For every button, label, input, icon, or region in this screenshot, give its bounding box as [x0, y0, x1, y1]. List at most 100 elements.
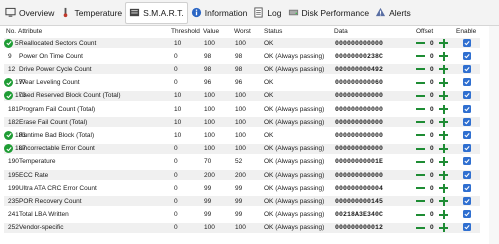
tab-temperature[interactable]: Temperature	[57, 3, 125, 23]
cell-attribute: Vendor-specific	[19, 224, 64, 232]
table-row[interactable]: 199 Ultra ATA CRC Error Count 0 99 99 OK (Alw…	[4, 183, 480, 193]
minus-icon[interactable]	[415, 65, 426, 73]
plus-icon[interactable]	[439, 170, 448, 180]
cell-attribute: Temperature	[19, 158, 56, 166]
tab-information[interactable]: Information	[188, 3, 251, 23]
plus-icon[interactable]	[439, 210, 448, 220]
col-worst[interactable]: Worst	[234, 28, 251, 35]
col-attribute[interactable]: Attribute	[18, 28, 42, 35]
enable-checkbox[interactable]	[463, 38, 471, 47]
enable-checkbox[interactable]	[463, 170, 471, 179]
table-row[interactable]: 183 Runtime Bad Block (Total) 10 100 100 OK 00…	[4, 130, 480, 140]
ok-check-icon	[4, 130, 13, 140]
table-row[interactable]: 190 Temperature 0 70 52 OK (Always passing) 00…	[4, 157, 480, 167]
table-row[interactable]: 235 POR Recovery Count 0 99 99 OK (Always pas…	[4, 196, 480, 207]
vertical-scrollbar[interactable]	[489, 26, 499, 244]
table-row[interactable]: 9 Power On Time Count 0 98 98 OK (Always pass…	[4, 51, 480, 61]
col-threshold[interactable]: Threshold	[171, 28, 200, 35]
plus-icon[interactable]	[439, 104, 448, 114]
minus-icon[interactable]	[415, 197, 426, 205]
enable-checkbox[interactable]	[463, 117, 471, 126]
enable-checkbox[interactable]	[463, 157, 471, 166]
col-value[interactable]: Value	[203, 28, 219, 35]
tab-overview[interactable]: Overview	[2, 3, 57, 23]
plus-icon[interactable]	[439, 130, 448, 140]
cell-no: 195	[8, 171, 19, 179]
cell-value: 100	[204, 131, 215, 139]
table-row[interactable]: 12 Drive Power Cycle Count 0 98 98 OK (Always…	[4, 64, 480, 75]
cell-worst: 200	[235, 171, 246, 179]
table-row[interactable]: 187 Uncorrectable Error Count 0 100 100 OK (A…	[4, 143, 480, 154]
cell-data: 000000000000	[335, 118, 384, 126]
plus-icon[interactable]	[439, 157, 448, 167]
minus-icon[interactable]	[415, 131, 426, 139]
plus-icon[interactable]	[439, 117, 448, 127]
tab-log[interactable]: Log	[250, 3, 284, 23]
enable-checkbox[interactable]	[463, 64, 471, 73]
table-row[interactable]: 181 Program Fail Count (Total) 10 100 100 OK …	[4, 104, 480, 114]
enable-checkbox[interactable]	[463, 130, 471, 139]
smart-icon	[129, 7, 140, 18]
table-row[interactable]: 5 Reallocated Sectors Count 10 100 100 OK 0000…	[4, 38, 480, 48]
cell-threshold: 0	[174, 211, 178, 219]
minus-icon[interactable]	[415, 224, 426, 232]
enable-checkbox[interactable]	[463, 223, 471, 232]
ok-check-icon	[4, 91, 13, 101]
minus-icon[interactable]	[415, 211, 426, 219]
cell-data: 000000000000	[335, 39, 384, 47]
minus-icon[interactable]	[415, 105, 426, 113]
minus-icon[interactable]	[415, 79, 426, 87]
table-row[interactable]: 182 Erase Fail Count (Total) 10 100 100 OK (A…	[4, 117, 480, 128]
cell-no: 12	[8, 65, 16, 73]
table-row[interactable]: 241 Total LBA Written 0 99 99 OK (Always pass…	[4, 210, 480, 220]
cell-worst: 100	[235, 105, 246, 113]
enable-checkbox[interactable]	[463, 91, 471, 100]
col-no[interactable]: No.	[6, 28, 16, 35]
plus-icon[interactable]	[439, 196, 448, 206]
plus-icon[interactable]	[439, 51, 448, 61]
offset-value: 0	[430, 184, 434, 192]
tab-disk-performance[interactable]: Disk Performance	[285, 3, 373, 23]
minus-icon[interactable]	[415, 52, 426, 60]
enable-checkbox[interactable]	[463, 78, 471, 87]
cell-worst: 100	[235, 118, 246, 126]
minus-icon[interactable]	[415, 92, 426, 100]
enable-checkbox[interactable]	[463, 104, 471, 113]
table-row[interactable]: 179 Used Reserved Block Count (Total) 10 10…	[4, 90, 480, 101]
table-row[interactable]: 252 Vendor-specific 0 100 100 OK (Always pass…	[4, 222, 480, 233]
minus-icon[interactable]	[415, 145, 426, 153]
col-status[interactable]: Status	[264, 28, 282, 35]
tab-alerts[interactable]: Alerts	[372, 3, 414, 23]
plus-icon[interactable]	[439, 183, 448, 193]
col-data[interactable]: Data	[334, 28, 348, 35]
minus-icon[interactable]	[415, 171, 426, 179]
col-enable[interactable]: Enable	[456, 28, 476, 35]
plus-icon[interactable]	[439, 91, 448, 101]
table-row[interactable]: 177 Wear Leveling Count 0 96 96 OK 00000000006…	[4, 78, 480, 88]
enable-checkbox[interactable]	[463, 196, 471, 205]
minus-icon[interactable]	[415, 118, 426, 126]
minus-icon[interactable]	[415, 184, 426, 192]
col-offset[interactable]: Offset	[416, 28, 433, 35]
plus-icon[interactable]	[439, 64, 448, 74]
table-row[interactable]: 195 ECC Rate 0 200 200 OK (Always passing) 000…	[4, 170, 480, 180]
minus-icon[interactable]	[415, 39, 426, 47]
cell-threshold: 0	[174, 184, 178, 192]
plus-icon[interactable]	[439, 78, 448, 88]
monitor-icon	[5, 7, 16, 18]
enable-checkbox[interactable]	[463, 210, 471, 219]
cell-data: 000000000000	[335, 105, 384, 113]
minus-icon[interactable]	[415, 158, 426, 166]
tab-smart[interactable]: S.M.A.R.T.	[125, 1, 188, 24]
plus-icon[interactable]	[439, 38, 448, 48]
enable-checkbox[interactable]	[463, 51, 471, 60]
enable-checkbox[interactable]	[463, 144, 471, 153]
cell-value: 200	[204, 171, 215, 179]
plus-icon[interactable]	[439, 223, 448, 233]
cell-threshold: 0	[174, 171, 178, 179]
thermometer-icon	[60, 7, 71, 18]
plus-icon[interactable]	[439, 144, 448, 154]
enable-checkbox[interactable]	[463, 183, 471, 192]
cell-worst: 52	[235, 158, 243, 166]
cell-worst: 98	[235, 52, 243, 60]
